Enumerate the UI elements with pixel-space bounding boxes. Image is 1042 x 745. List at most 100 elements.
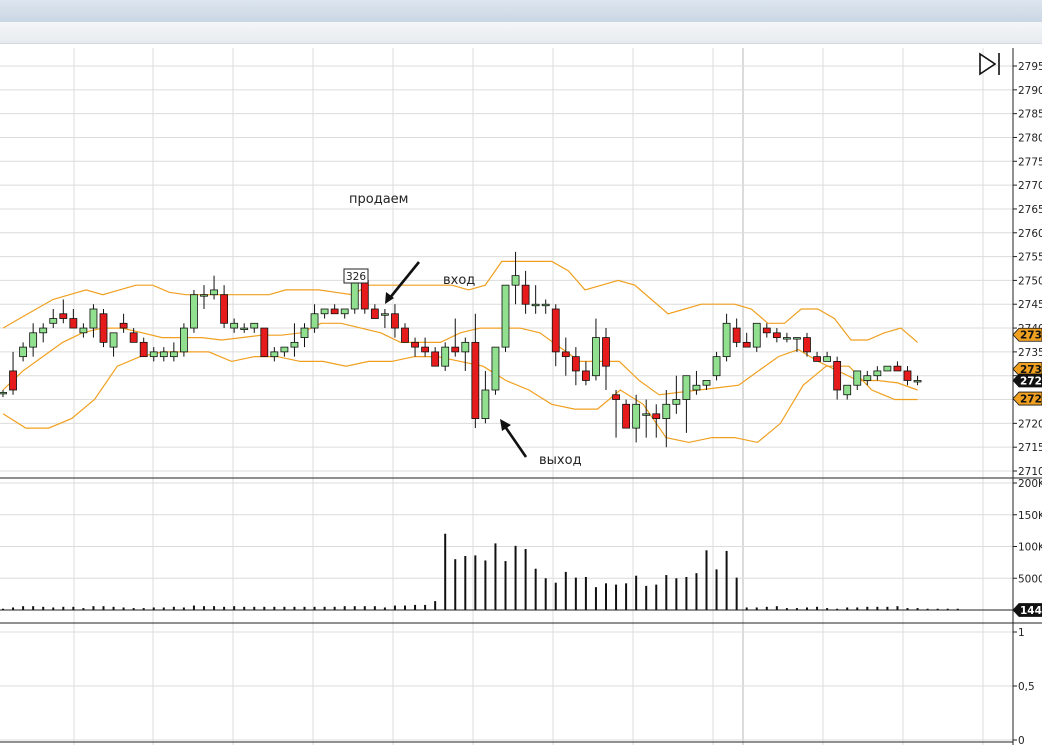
price-tick-label: 2760 — [1018, 228, 1042, 240]
candle-body — [883, 365, 892, 372]
candle-body — [853, 370, 862, 386]
candle-body — [692, 384, 701, 391]
candle-body — [431, 351, 440, 367]
volume-bars — [2, 533, 959, 610]
candle-body — [491, 346, 500, 391]
indicator-tick-label: 1 — [1018, 627, 1025, 639]
candle-body — [541, 303, 550, 307]
candle-body — [642, 413, 651, 416]
indicator-tick-label: 0 — [1018, 735, 1025, 745]
candle-body — [702, 380, 711, 386]
candle-body — [772, 332, 781, 338]
price-axis: 2795 2790 2785 2780 2775 2770 2765 2760 2755 2750… — [1012, 61, 1042, 745]
candle-body — [149, 351, 158, 358]
candle-body — [59, 313, 68, 319]
candle-body — [401, 327, 409, 343]
volume-tick-label: 150K — [1018, 510, 1042, 522]
candle-body — [873, 370, 882, 377]
candle-body — [843, 384, 852, 396]
bar-label: 326 — [346, 271, 366, 283]
volume-tick-label: 50000 — [1018, 573, 1042, 585]
candle-body — [411, 341, 419, 348]
candle-body — [762, 327, 771, 334]
candle-body — [481, 389, 490, 419]
price-badge-label: 2738 — [1020, 330, 1042, 342]
candle-body — [602, 337, 610, 367]
candle-body — [662, 403, 671, 419]
bollinger-lower — [2, 351, 918, 444]
candle-body — [109, 332, 118, 348]
candle-body — [29, 332, 38, 348]
candle-body — [200, 294, 208, 297]
candle-body — [260, 327, 269, 358]
candle-body — [712, 356, 721, 377]
candle-body — [612, 394, 620, 400]
volume-tick-label: 200K — [1018, 478, 1042, 490]
candle-body — [421, 346, 430, 353]
chart-area[interactable]: 2795 2790 2785 2780 2775 2770 2765 2760 2755 2750… — [0, 0, 1042, 745]
candle-body — [893, 365, 902, 372]
candle-body — [722, 322, 731, 358]
candle-body — [179, 327, 188, 353]
candle-body — [19, 346, 28, 358]
candle-body — [330, 308, 339, 315]
candle-body — [571, 356, 580, 372]
candle-body — [461, 341, 470, 353]
candle-body — [622, 403, 630, 429]
price-badge-label: 2729 — [1020, 375, 1042, 387]
candle-body — [310, 313, 319, 329]
price-tick-label: 2755 — [1018, 252, 1042, 264]
candle-body — [531, 303, 540, 307]
candle-body — [350, 280, 359, 310]
candle-body — [441, 346, 450, 367]
candle-body — [380, 313, 389, 316]
price-tick-label: 2735 — [1018, 347, 1042, 359]
candle-body — [220, 294, 229, 324]
annotation-sell: продаем — [349, 192, 408, 207]
candle-body — [391, 313, 399, 329]
candle-body — [0, 391, 7, 395]
candle-body — [39, 327, 48, 334]
candle-body — [240, 327, 249, 330]
candle-body — [561, 351, 570, 358]
entry-arrow — [385, 261, 421, 304]
candle-body — [783, 337, 791, 340]
candle-body — [9, 370, 17, 391]
candle-body — [79, 327, 88, 334]
price-tick-label: 2750 — [1018, 275, 1042, 287]
candle-body — [230, 322, 239, 329]
candle-body — [793, 337, 801, 340]
candle-body — [250, 322, 259, 329]
candle-body — [823, 356, 831, 362]
candle-body — [652, 413, 661, 419]
candle-body — [280, 346, 289, 353]
price-tick-label: 2710 — [1018, 466, 1042, 478]
candle-body — [451, 346, 460, 353]
skip-to-end-icon[interactable] — [979, 52, 1000, 76]
candle-body — [511, 275, 520, 286]
exit-arrow — [500, 419, 528, 458]
candle-body — [169, 351, 178, 358]
candle-body — [592, 337, 600, 377]
candle-body — [803, 337, 811, 353]
candle-body — [89, 308, 98, 329]
candle-body — [210, 289, 218, 296]
price-tick-label: 2790 — [1018, 85, 1042, 97]
candle-body — [49, 318, 58, 324]
price-tick-label: 2775 — [1018, 156, 1042, 168]
candle-body — [742, 341, 751, 348]
candle-body — [833, 361, 842, 391]
candle-body — [732, 327, 741, 343]
candle-body — [300, 327, 309, 338]
candle-body — [270, 351, 279, 358]
candle-body — [159, 351, 168, 358]
candle-body — [813, 356, 821, 362]
candle-body — [672, 399, 681, 405]
candle-body — [129, 332, 138, 343]
annotation-entry: вход — [443, 273, 475, 288]
volume-tick-label: 100K — [1018, 542, 1042, 554]
price-tick-label: 2785 — [1018, 109, 1042, 121]
candle-body — [551, 308, 560, 353]
price-tick-label: 2745 — [1018, 299, 1042, 311]
candle-body — [320, 308, 329, 315]
